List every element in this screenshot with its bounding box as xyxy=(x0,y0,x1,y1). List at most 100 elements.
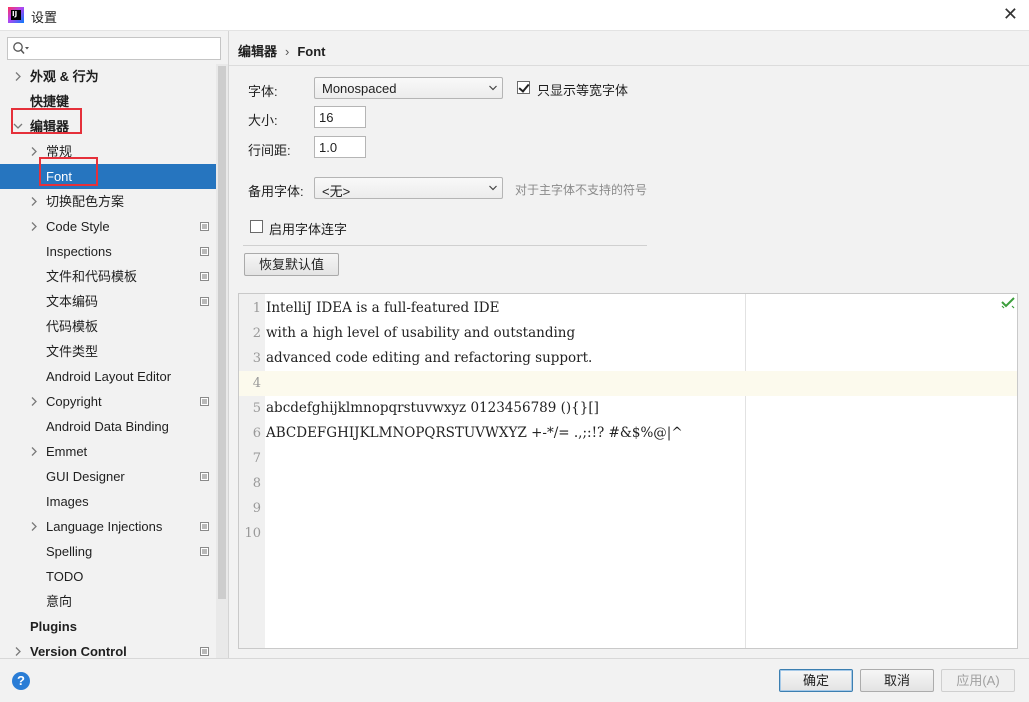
chevron-right-icon[interactable] xyxy=(28,189,40,214)
sidebar-scrollbar[interactable] xyxy=(216,64,228,658)
sidebar-item[interactable]: 代码模板 xyxy=(0,314,216,339)
sidebar-item[interactable]: 常规 xyxy=(0,139,216,164)
sidebar-item[interactable]: Android Layout Editor xyxy=(0,364,216,389)
close-icon[interactable]: ✕ xyxy=(1003,4,1018,25)
sidebar-item[interactable]: TODO xyxy=(0,564,216,589)
sidebar-item[interactable]: 外观 & 行为 xyxy=(0,64,216,89)
sidebar-item-label: Inspections xyxy=(46,244,112,259)
sidebar-item[interactable]: GUI Designer xyxy=(0,464,216,489)
chevron-right-icon[interactable] xyxy=(12,64,24,89)
sidebar-item[interactable]: 切换配色方案 xyxy=(0,189,216,214)
sidebar-item[interactable]: Plugins xyxy=(0,614,216,639)
project-scope-icon xyxy=(200,397,209,406)
project-scope-icon xyxy=(200,472,209,481)
sidebar-item[interactable]: Images xyxy=(0,489,216,514)
sidebar-item[interactable]: Android Data Binding xyxy=(0,414,216,439)
fallback-font-select[interactable]: <无> xyxy=(314,177,503,199)
breadcrumb-parent[interactable]: 编辑器 xyxy=(238,44,277,59)
apply-button[interactable]: 应用(A) xyxy=(941,669,1015,692)
code-line[interactable]: 4 xyxy=(239,371,1017,396)
code-line[interactable]: 2 with a high level of usability and outs… xyxy=(239,321,1017,346)
font-select[interactable]: Monospaced xyxy=(314,77,503,99)
sidebar-item-label: Images xyxy=(46,494,89,509)
cancel-button[interactable]: 取消 xyxy=(860,669,934,692)
restore-defaults-button[interactable]: 恢复默认值 xyxy=(244,253,339,276)
code-line[interactable]: 8 xyxy=(239,471,1017,496)
sidebar-scrollbar-thumb[interactable] xyxy=(218,66,226,599)
size-label: 大小: xyxy=(248,113,278,128)
chevron-right-icon[interactable] xyxy=(28,514,40,539)
ligatures-label[interactable]: 启用字体连字 xyxy=(269,219,347,238)
code-line[interactable]: 3 advanced code editing and refactoring s… xyxy=(239,346,1017,371)
sidebar-item[interactable]: 快捷键 xyxy=(0,89,216,114)
font-size-value: 16 xyxy=(319,110,334,125)
header-divider xyxy=(229,65,1029,66)
sidebar-item[interactable]: 意向 xyxy=(0,589,216,614)
sidebar-item[interactable]: 文件和代码模板 xyxy=(0,264,216,289)
monospace-only-checkbox[interactable] xyxy=(517,81,530,94)
sidebar-item-label: Version Control xyxy=(30,644,127,658)
code-line[interactable]: 5 abcdefghijklmnopqrstuvwxyz 0123456789 (… xyxy=(239,396,1017,421)
sidebar-item-label: 意向 xyxy=(46,594,73,609)
monospace-only-label[interactable]: 只显示等宽字体 xyxy=(537,80,628,99)
project-scope-icon xyxy=(200,297,209,306)
sidebar-item[interactable]: Emmet xyxy=(0,439,216,464)
title-bar: IJ 设置 ✕ xyxy=(0,0,1029,31)
sidebar-item[interactable]: 文件类型 xyxy=(0,339,216,364)
code-text[interactable]: advanced code editing and refactoring su… xyxy=(266,346,592,371)
sidebar-item[interactable]: 文本编码 xyxy=(0,289,216,314)
settings-content: 编辑器 › Font 字体: Monospaced 只显示等宽字体 大小: 16 行… xyxy=(229,31,1029,658)
code-text[interactable]: IntelliJ IDEA is a full-featured IDE xyxy=(266,296,499,321)
project-scope-icon xyxy=(200,247,209,256)
line-number: 7 xyxy=(252,451,261,466)
sidebar-item[interactable]: Language Injections xyxy=(0,514,216,539)
line-number: 3 xyxy=(252,351,261,366)
project-scope-icon xyxy=(200,522,209,531)
settings-sidebar: 外观 & 行为 快捷键 编辑器常规 Font 切换配色方案 Code Style Inspe… xyxy=(0,31,229,658)
help-icon[interactable]: ? xyxy=(12,672,30,690)
sidebar-item-label: GUI Designer xyxy=(46,469,125,484)
chevron-right-icon[interactable] xyxy=(28,389,40,414)
code-line[interactable]: 1 IntelliJ IDEA is a full-featured IDE xyxy=(239,296,1017,321)
sidebar-item-label: 文件和代码模板 xyxy=(46,269,138,284)
ok-button[interactable]: 确定 xyxy=(779,669,853,692)
project-scope-icon xyxy=(200,272,209,281)
project-scope-icon xyxy=(200,222,209,231)
sidebar-item[interactable]: 编辑器 xyxy=(0,108,216,139)
inspection-ok-check-icon xyxy=(1001,297,1015,309)
chevron-right-icon[interactable] xyxy=(28,439,40,464)
project-scope-icon xyxy=(200,647,209,656)
sidebar-item-label: Plugins xyxy=(30,619,77,634)
chevron-right-icon[interactable] xyxy=(28,139,40,164)
line-number: 6 xyxy=(252,426,261,441)
search-icon xyxy=(13,42,29,54)
breadcrumb-current: Font xyxy=(297,44,326,59)
intellij-app-icon: IJ xyxy=(8,7,24,23)
settings-search-input[interactable] xyxy=(7,37,221,60)
sidebar-item[interactable]: Spelling xyxy=(0,539,216,564)
font-preview-editor[interactable]: 1 IntelliJ IDEA is a full-featured IDE 2 wi… xyxy=(238,293,1018,649)
code-text[interactable]: abcdefghijklmnopqrstuvwxyz 0123456789 ()… xyxy=(266,396,599,421)
code-text[interactable]: with a high level of usability and outst… xyxy=(266,321,575,346)
code-line[interactable]: 10 xyxy=(239,521,1017,546)
sidebar-item[interactable]: Copyright xyxy=(0,389,216,414)
sidebar-item[interactable]: Inspections xyxy=(0,239,216,264)
ligatures-checkbox[interactable] xyxy=(250,220,263,233)
line-spacing-value: 1.0 xyxy=(319,140,338,155)
line-spacing-input[interactable]: 1.0 xyxy=(314,136,366,158)
chevron-down-icon[interactable] xyxy=(12,114,24,139)
sidebar-item-label: 常规 xyxy=(46,144,73,159)
code-text[interactable]: ABCDEFGHIJKLMNOPQRSTUVWXYZ +-*/= .,;:!? … xyxy=(266,421,683,446)
line-number: 10 xyxy=(244,526,261,541)
code-line[interactable]: 9 xyxy=(239,496,1017,521)
sidebar-item[interactable]: Code Style xyxy=(0,214,216,239)
line-number: 1 xyxy=(252,301,261,316)
chevron-right-icon[interactable] xyxy=(12,639,24,658)
code-line[interactable]: 6 ABCDEFGHIJKLMNOPQRSTUVWXYZ +-*/= .,;:!?… xyxy=(239,421,1017,446)
chevron-right-icon[interactable] xyxy=(28,214,40,239)
sidebar-item[interactable]: Font xyxy=(0,157,216,189)
sidebar-item[interactable]: Version Control xyxy=(0,639,216,658)
font-size-input[interactable]: 16 xyxy=(314,106,366,128)
sidebar-item-label: 切换配色方案 xyxy=(46,194,125,209)
code-line[interactable]: 7 xyxy=(239,446,1017,471)
